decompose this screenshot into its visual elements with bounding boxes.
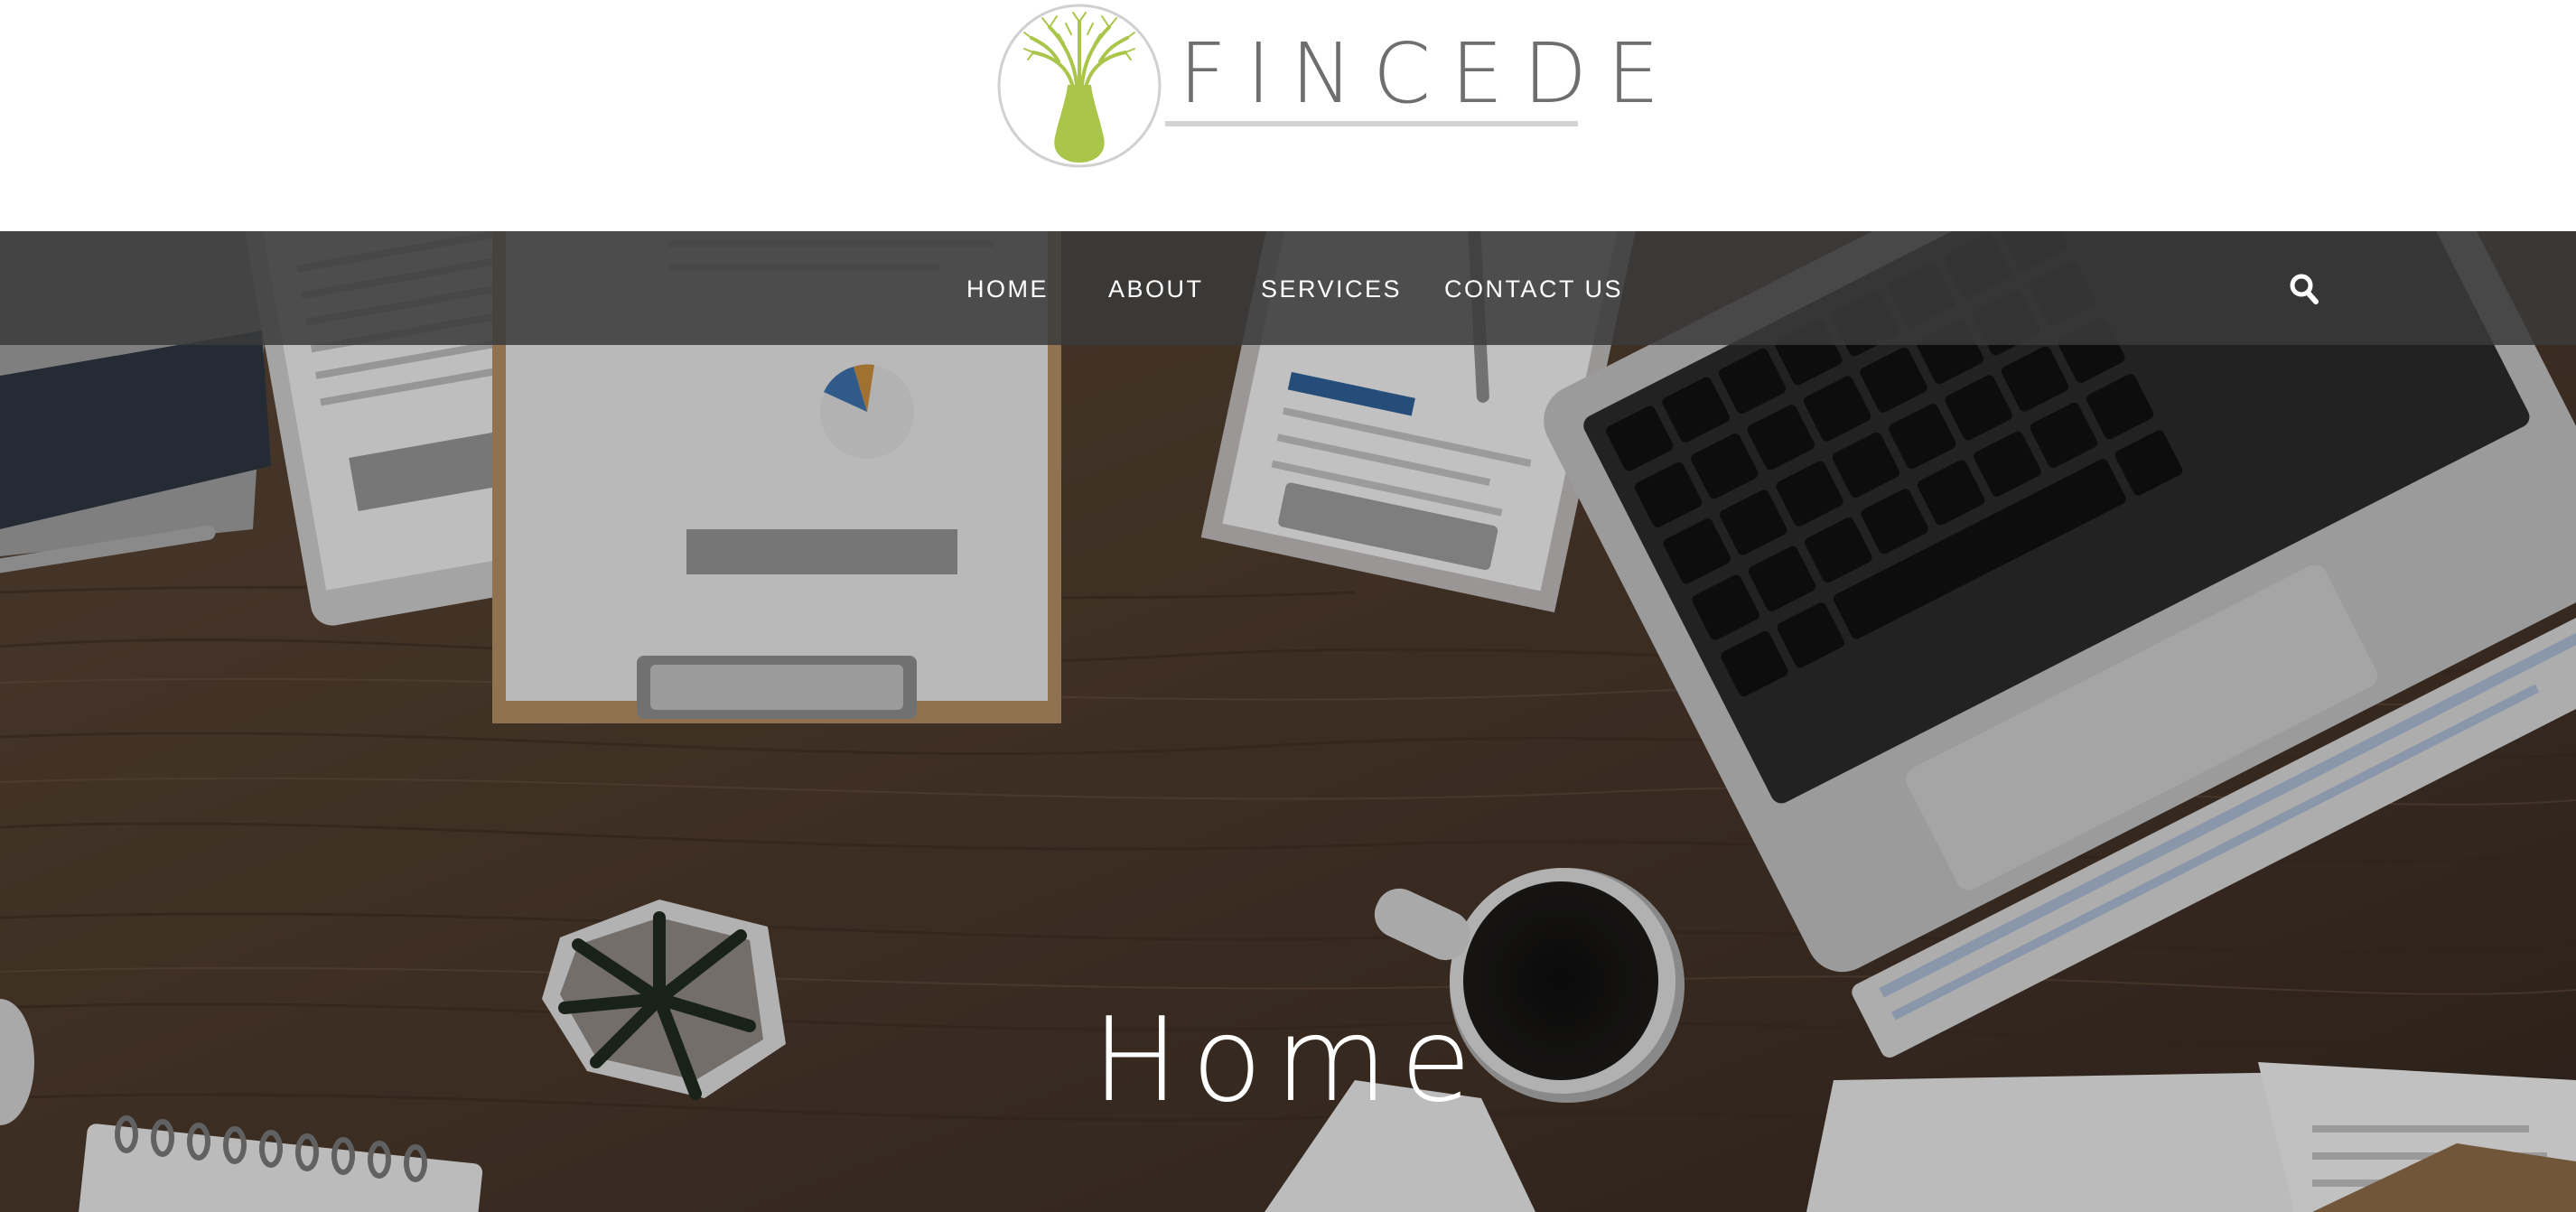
baobab-tree-icon (997, 4, 1162, 168)
nav-item-contact-us[interactable]: CONTACT US (1444, 271, 1623, 307)
nav-item-services[interactable]: SERVICES (1261, 271, 1402, 307)
nav-item-about[interactable]: ABOUT (1108, 271, 1204, 307)
nav-item-home[interactable]: HOME (966, 271, 1049, 307)
page: FINCEDE Home HOME ABOUT SERVICES CONTACT… (0, 0, 2576, 1212)
search-button[interactable] (2289, 273, 2319, 305)
search-icon (2290, 274, 2319, 304)
site-header: FINCEDE (0, 0, 2576, 231)
logo-link[interactable]: FINCEDE (994, 0, 1659, 181)
hero-section: Home (0, 231, 2576, 1212)
nav-menu: HOME ABOUT SERVICES CONTACT US (0, 231, 2576, 345)
page-title: Home (1092, 993, 1484, 1128)
main-navigation: HOME ABOUT SERVICES CONTACT US (0, 231, 2576, 345)
brand-name: FINCEDE (1179, 25, 1680, 122)
